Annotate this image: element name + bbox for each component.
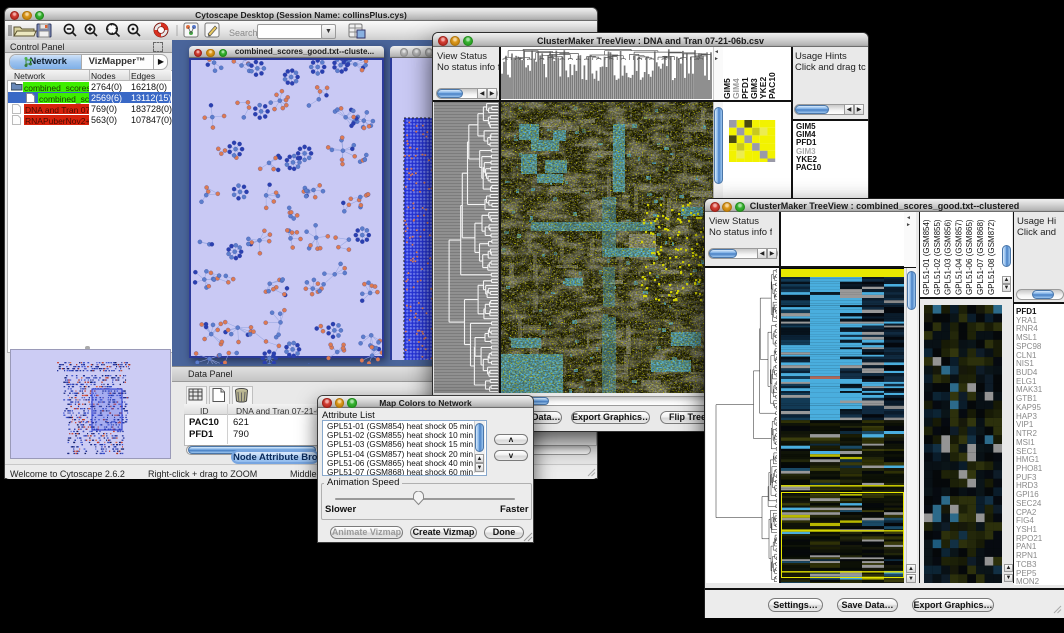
svg-text:PAC10: PAC10 bbox=[767, 72, 777, 99]
svg-text:GPL51-07 (GSM868): GPL51-07 (GSM868) bbox=[976, 219, 985, 295]
svg-text:GPL51-04 (GSM857): GPL51-04 (GSM857) bbox=[954, 219, 963, 295]
svg-text:GPL51-08 (GSM872): GPL51-08 (GSM872) bbox=[987, 219, 996, 295]
svg-text:GPL51-01 (GSM854): GPL51-01 (GSM854) bbox=[922, 219, 931, 295]
svg-text:GPL51-03 (GSM856): GPL51-03 (GSM856) bbox=[944, 219, 953, 295]
svg-text:GPL51-02 (GSM855): GPL51-02 (GSM855) bbox=[933, 219, 942, 295]
svg-text:GPL51-06 (GSM865): GPL51-06 (GSM865) bbox=[965, 219, 974, 295]
